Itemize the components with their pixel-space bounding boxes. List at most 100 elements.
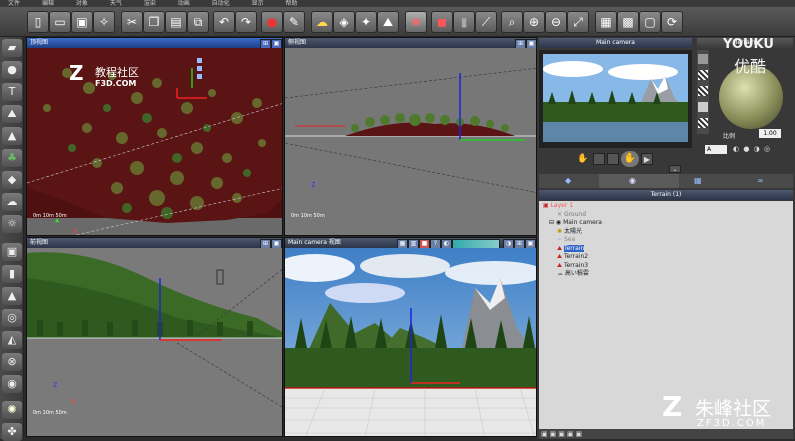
new-file-icon[interactable]: ▯ (27, 11, 49, 33)
mat-sphere-icon[interactable] (698, 54, 708, 64)
wizard-icon[interactable]: ✧ (93, 11, 115, 33)
terrain-icon[interactable]: ⛰ (2, 105, 22, 123)
channel-select[interactable]: A (705, 145, 727, 154)
cloud-icon[interactable]: ☁ (2, 193, 22, 211)
side-viewport[interactable]: 侧视图 ⊞ ▣ Z 0m 10m 50m (284, 37, 537, 236)
tab-film-icon[interactable]: ▦ (694, 176, 708, 186)
tab-link-icon[interactable]: ∞ (757, 176, 771, 186)
sphere-icon[interactable]: ● (2, 61, 22, 79)
plant-icon[interactable]: ♣ (2, 149, 22, 167)
checker-icon[interactable] (698, 86, 708, 96)
menu-atmosphere[interactable]: 天气 (110, 0, 122, 7)
axis-x-label: X (71, 398, 76, 406)
bulb-icon[interactable]: ✺ (2, 401, 22, 419)
grid-large-icon[interactable] (607, 153, 619, 165)
tab-objects-icon[interactable]: ◆ (565, 176, 579, 186)
checker-icon[interactable] (698, 118, 708, 128)
atmosphere-icon[interactable]: ☁ (311, 11, 333, 33)
undo-icon[interactable]: ↶ (213, 11, 235, 33)
front-viewport[interactable]: 前视图 ⊞ ▣ Z X 0m 10m 50m (26, 237, 283, 437)
watermark-br-cn: 朱峰社区 (695, 398, 772, 420)
play-icon[interactable]: ▶ (641, 153, 653, 165)
color-picker-icon[interactable]: ❀ (405, 11, 427, 33)
copy-icon[interactable]: ❐ (143, 11, 165, 33)
camera-preview-title: Main camera (539, 38, 692, 48)
cylinder-icon[interactable]: ▮ (2, 265, 22, 283)
clapper-icon[interactable]: ▩ (617, 11, 639, 33)
layout-icon[interactable]: ▢ (639, 11, 661, 33)
camera-icon[interactable]: ◉ (2, 375, 22, 393)
zoom-out-icon[interactable]: ⊖ (545, 11, 567, 33)
plane-icon[interactable]: ▰ (2, 39, 22, 57)
menu-display[interactable]: 显示 (252, 0, 264, 7)
watermark-br-url: ZF3D.COM (697, 418, 767, 429)
scale-bar: 0m 10m 50m (33, 213, 67, 219)
tree-item-sea[interactable]: ≈ Sea (543, 236, 789, 245)
scene-tree-list: ▣ Layer 1 ✕ Ground ⊟ ◉ Main camera ✺ 太陽光… (543, 202, 789, 279)
tree-item-layer[interactable]: ▣ Layer 1 (543, 202, 789, 211)
front-viewport-title[interactable]: 前视图 (27, 238, 282, 248)
top-viewport[interactable]: 顶视图 ⊞ ▣ Z 教程社区 F3D.COM ▲ X 0m 10m 50m (26, 37, 283, 236)
tree-item-ground[interactable]: ✕ Ground (543, 211, 789, 220)
scale-bar: 0m 10m 50m (33, 410, 67, 416)
cone-icon[interactable]: ▲ (2, 287, 22, 305)
camera-preview-image (543, 54, 688, 142)
fan-icon[interactable]: ✤ (2, 423, 22, 441)
menu-object[interactable]: 对象 (76, 0, 88, 7)
material-editor-icon[interactable]: ✦ (355, 11, 377, 33)
tree-item-terrain[interactable]: ⛰ Terrain (543, 244, 789, 254)
render-icon[interactable]: ● (261, 11, 283, 33)
terrain-editor-icon[interactable]: ⛰ (377, 11, 399, 33)
tree-item-terrain2[interactable]: ⛰ Terrain2 (543, 253, 789, 262)
redo-icon[interactable]: ↷ (235, 11, 257, 33)
fit-view-icon[interactable]: ⤢ (567, 11, 589, 33)
menu-render[interactable]: 渲染 (144, 0, 156, 7)
bars-icon[interactable]: ▮ (453, 11, 475, 33)
tab-materials-icon[interactable]: ◉ (629, 176, 643, 186)
tree-item-sun[interactable]: ✺ 太陽光 (543, 228, 789, 237)
pen-icon[interactable]: ⟋ (475, 11, 497, 33)
render-area-icon[interactable]: ✎ (283, 11, 305, 33)
film-icon[interactable]: ▦ (595, 11, 617, 33)
menu-edit[interactable]: 编辑 (42, 0, 54, 7)
tree-item-cumulus[interactable]: ☁ 高い積雲 (543, 270, 789, 279)
save-icon[interactable]: ▣ (71, 11, 93, 33)
paste-icon[interactable]: ▤ (165, 11, 187, 33)
tree-item-terrain3[interactable]: ⛰ Terrain3 (543, 262, 789, 271)
light-icon[interactable]: ☼ (2, 215, 22, 233)
procedural-terrain-icon[interactable]: ▲ (2, 127, 22, 145)
camera-viewport[interactable]: Main camera 视图 ▦ ▥ ■ ? ◐ ◑ ⊞ ▣ (284, 237, 537, 437)
zoom-region-icon[interactable]: ⌕ (501, 11, 523, 33)
rock-icon[interactable]: ◆ (2, 171, 22, 189)
graph-icon[interactable]: ◼ (431, 11, 453, 33)
hand-icon[interactable]: ✋ (577, 154, 588, 164)
ratio-input[interactable]: 1.00 (759, 129, 781, 138)
open-file-icon[interactable]: ▭ (49, 11, 71, 33)
boolean-icon[interactable]: ⊗ (2, 353, 22, 371)
menu-help[interactable]: 帮助 (286, 0, 298, 7)
material-options-icons[interactable]: ◐ ● ◑ ◎ (733, 145, 793, 154)
checker-icon[interactable] (698, 70, 708, 80)
zoom-in-icon[interactable]: ⊕ (523, 11, 545, 33)
scale-bar: 0m 10m 50m (291, 213, 325, 219)
expand-icon[interactable]: ⌄ (669, 165, 681, 173)
cut-icon[interactable]: ✂ (121, 11, 143, 33)
mat-flat-icon[interactable] (698, 102, 708, 112)
zf3d-logo-icon: Z (662, 390, 683, 423)
torus-icon[interactable]: ◎ (2, 309, 22, 327)
orbit-icon[interactable]: ✋ (621, 151, 639, 167)
menu-file[interactable]: 文件 (8, 0, 20, 7)
cube-icon[interactable]: ▣ (2, 243, 22, 261)
object-library-icon[interactable]: ◈ (333, 11, 355, 33)
rotate-view-icon[interactable]: ⟳ (661, 11, 683, 33)
text-icon[interactable]: T (2, 83, 22, 101)
grid-small-icon[interactable] (593, 153, 605, 165)
duplicate-icon[interactable]: ⧉ (187, 11, 209, 33)
side-viewport-title[interactable]: 侧视图 (285, 38, 536, 48)
top-viewport-title[interactable]: 顶视图 (27, 38, 282, 48)
pyramid-icon[interactable]: ◭ (2, 331, 22, 349)
tree-item-main-camera[interactable]: ⊟ ◉ Main camera (543, 219, 789, 228)
tree-tools-icons[interactable]: ▣▣▣▣▣ (541, 430, 584, 438)
menu-animation[interactable]: 动画 (178, 0, 190, 7)
menu-automation[interactable]: 自动化 (212, 0, 230, 7)
